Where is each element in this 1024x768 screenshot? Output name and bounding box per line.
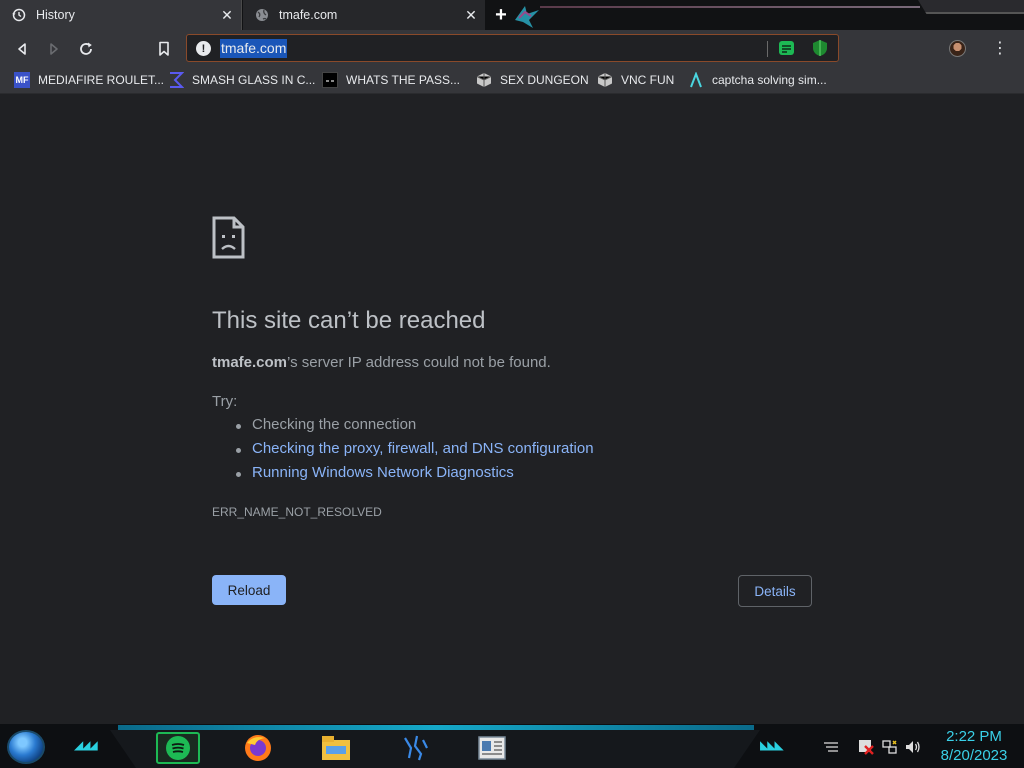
lambda-favicon-icon (688, 72, 704, 88)
window-frame-corner (918, 0, 1024, 14)
suggestion-list: Checking the connection Checking the pro… (234, 416, 594, 488)
file-explorer-taskbar-button[interactable] (314, 732, 358, 764)
terminal-favicon-icon (322, 72, 338, 88)
back-arrow-icon (18, 43, 26, 55)
refresh-icon (80, 42, 92, 55)
document-viewer-taskbar-button[interactable] (470, 732, 514, 764)
close-icon[interactable]: ✕ (461, 5, 481, 25)
start-button[interactable] (7, 730, 45, 764)
error-host: tmafe.com (212, 354, 288, 371)
tab-label: History (36, 8, 75, 22)
taskbar-glow (118, 725, 754, 730)
browser-toolbar: ! tmafe.com ⋮ (0, 30, 1024, 66)
new-tab-button[interactable]: + (490, 4, 512, 26)
taskbar-decoration: ◣◣◣ (760, 738, 784, 752)
error-code: ERR_NAME_NOT_RESOLVED (212, 505, 382, 519)
tab-strip: History ✕ tmafe.com ✕ + (0, 0, 1024, 30)
back-button[interactable] (10, 37, 34, 61)
taskbar: ◢◢◢ ◣◣◣ 2:22 PM 8/20/2023 (0, 724, 1024, 768)
close-icon[interactable]: ✕ (217, 5, 237, 25)
volume-icon[interactable] (904, 738, 922, 756)
browser-menu-button[interactable]: ⋮ (990, 38, 1010, 58)
suggestion-check-connection: Checking the connection (234, 416, 594, 440)
cube-favicon-icon (597, 72, 613, 88)
action-center-icon[interactable] (822, 738, 840, 756)
suggestion-proxy-firewall-dns-link[interactable]: Checking the proxy, firewall, and DNS co… (234, 440, 594, 464)
try-label: Try: (212, 393, 238, 410)
bookmark-whats-the-pass[interactable]: WHATS THE PASS... (322, 70, 460, 90)
forward-button[interactable] (42, 37, 66, 61)
sigma-favicon-icon (168, 72, 184, 88)
tab-tmafe[interactable]: tmafe.com ✕ (243, 0, 485, 30)
bookmark-label: SMASH GLASS IN C... (192, 73, 316, 87)
url-text[interactable]: tmafe.com (220, 39, 288, 58)
reload-button[interactable]: Reload (212, 575, 286, 605)
error-description-text: ’s server IP address could not be found. (287, 354, 551, 371)
bookmark-label: captcha solving sim... (712, 73, 827, 87)
site-info-icon[interactable]: ! (196, 41, 211, 56)
network-status-icon[interactable] (881, 738, 899, 756)
bookmark-icon (159, 41, 169, 56)
divider (767, 41, 768, 57)
taskbar-decoration: ◢◢◢ (74, 738, 98, 752)
tab-label: tmafe.com (279, 8, 338, 22)
spotify-taskbar-button[interactable] (156, 732, 200, 764)
theme-artwork-icon (513, 2, 541, 30)
tab-history[interactable]: History ✕ (0, 0, 242, 30)
mediafire-favicon-icon: MF (14, 72, 30, 88)
clock-date: 8/20/2023 (940, 747, 1008, 764)
spotify-icon (166, 736, 190, 760)
forward-arrow-icon (50, 43, 58, 55)
bookmark-label: SEX DUNGEON (500, 73, 589, 87)
bookmark-star-button[interactable] (152, 37, 176, 61)
profile-avatar[interactable] (949, 40, 966, 57)
bookmark-mediafire-roulette[interactable]: MF MEDIAFIRE ROULET... (14, 70, 164, 90)
firefox-icon (245, 735, 271, 761)
bookmark-smash-glass[interactable]: SMASH GLASS IN C... (168, 70, 315, 90)
globe-icon (254, 7, 270, 23)
error-description: tmafe.com’s server IP address could not … (212, 354, 551, 371)
bookmark-sex-dungeon[interactable]: SEX DUNGEON (476, 70, 589, 90)
error-title: This site can’t be reached (212, 307, 486, 334)
address-bar[interactable]: ! tmafe.com (186, 34, 839, 62)
clock-time: 2:22 PM (946, 728, 1002, 745)
details-button[interactable]: Details (738, 575, 812, 607)
shield-icon[interactable] (811, 39, 829, 57)
document-viewer-icon (478, 736, 506, 760)
notification-flag-icon[interactable] (857, 738, 875, 756)
network-tool-taskbar-button[interactable] (394, 732, 438, 764)
firefox-taskbar-button[interactable] (236, 732, 280, 764)
bookmark-label: MEDIAFIRE ROULET... (38, 73, 165, 87)
theme-decoration (540, 6, 920, 8)
file-explorer-icon (322, 736, 350, 760)
sad-document-icon (212, 216, 245, 259)
bookmark-label: VNC FUN (621, 73, 675, 87)
suggestion-network-diagnostics-link[interactable]: Running Windows Network Diagnostics (234, 464, 594, 488)
cube-favicon-icon (476, 72, 492, 88)
error-page: This site can’t be reached tmafe.com’s s… (0, 95, 1024, 725)
extension-chat-icon[interactable] (777, 39, 795, 57)
reload-toolbar-button[interactable] (74, 37, 98, 61)
network-tool-icon (404, 735, 428, 761)
history-icon (11, 7, 27, 23)
bookmark-captcha-solving[interactable]: captcha solving sim... (688, 70, 827, 90)
system-clock[interactable]: 2:22 PM 8/20/2023 (930, 727, 1018, 765)
bookmarks-bar: MF MEDIAFIRE ROULET... SMASH GLASS IN C.… (0, 66, 1024, 94)
bookmark-vnc-fun[interactable]: VNC FUN (597, 70, 674, 90)
bookmark-label: WHATS THE PASS... (346, 73, 461, 87)
